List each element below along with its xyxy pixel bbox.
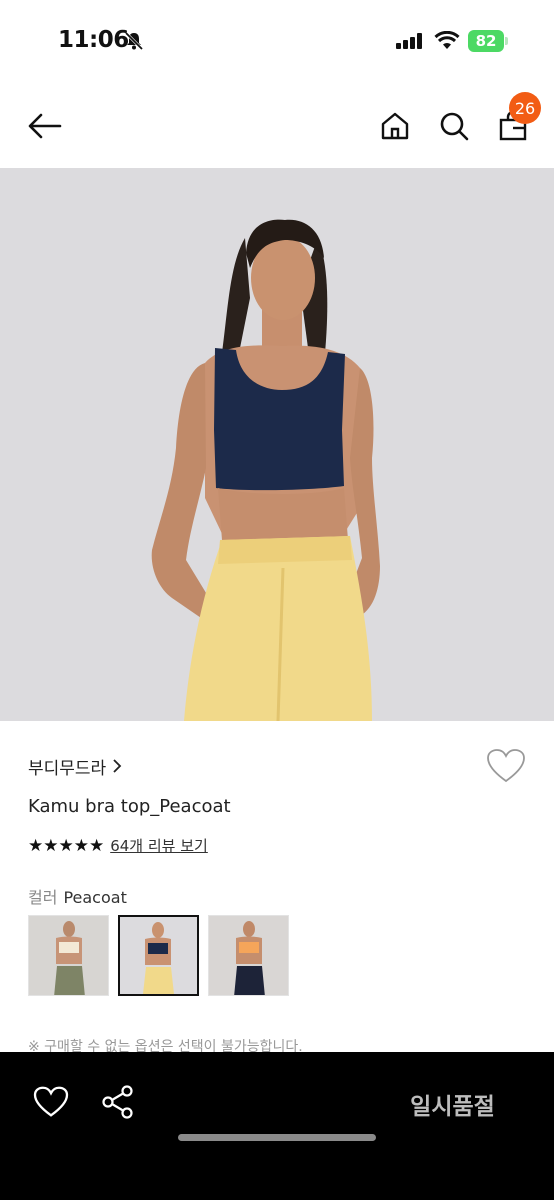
cell-signal-icon	[396, 33, 422, 49]
product-photo	[0, 168, 554, 721]
wifi-icon	[434, 31, 460, 49]
bottom-wishlist-button[interactable]	[33, 1086, 69, 1122]
arrow-left-icon	[28, 113, 62, 139]
brand-name: 부디무드라	[28, 758, 107, 779]
product-image[interactable]	[0, 168, 554, 721]
battery-icon: 82	[468, 30, 508, 52]
reviews-link[interactable]: 64개 리뷰 보기	[110, 835, 208, 856]
heart-outline-icon	[33, 1086, 69, 1117]
selected-color: Peacoat	[63, 888, 127, 907]
home-icon	[381, 112, 409, 140]
share-button[interactable]	[101, 1085, 137, 1121]
color-swatch-1[interactable]	[28, 915, 109, 996]
soldout-button[interactable]: 일시품절	[400, 1086, 505, 1122]
brand-link[interactable]: 부디무드라	[28, 752, 122, 780]
search-icon	[440, 112, 469, 141]
home-button[interactable]	[374, 104, 416, 148]
bell-muted-icon	[124, 31, 144, 51]
cart-count-badge: 26	[509, 92, 541, 124]
product-title: Kamu bra top_Peacoat	[28, 796, 231, 817]
status-bar: 11:06 82	[0, 0, 554, 84]
color-swatch-2[interactable]	[118, 915, 199, 996]
star-rating-icon: ★★★★★	[28, 835, 105, 856]
status-time: 11:06	[58, 27, 129, 53]
search-button[interactable]	[432, 104, 476, 148]
back-button[interactable]	[22, 104, 68, 148]
color-label: 컬러	[28, 888, 58, 907]
heart-outline-icon	[487, 749, 525, 783]
home-indicator	[178, 1134, 376, 1141]
share-icon	[102, 1085, 133, 1119]
swatch-1-image	[29, 916, 108, 995]
bottom-action-bar: 일시품절	[0, 1052, 554, 1200]
wishlist-button[interactable]	[486, 748, 526, 788]
swatch-2-image	[120, 917, 197, 994]
nav-bar	[0, 84, 554, 168]
color-option-row: 컬러 Peacoat	[28, 884, 127, 908]
battery-level: 82	[475, 32, 497, 50]
color-swatch-3[interactable]	[208, 915, 289, 996]
color-swatches	[28, 915, 289, 996]
rating-row: ★★★★★ 64개 리뷰 보기	[28, 835, 208, 856]
swatch-3-image	[209, 916, 288, 995]
chevron-right-icon	[113, 759, 122, 773]
